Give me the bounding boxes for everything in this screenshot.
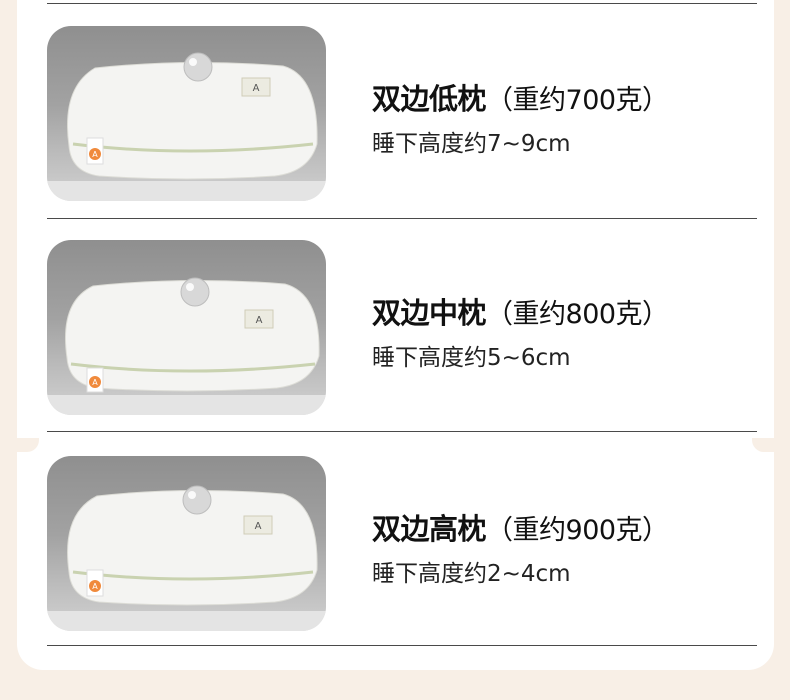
product-title: 双边高枕（重约900克） [372, 506, 669, 548]
pillow-weight: （重约800克） [486, 299, 669, 330]
pillow-photo: A A [47, 26, 326, 201]
orange-a-tag-icon: A [86, 137, 104, 165]
pillow-name: 双边低枕 [372, 82, 487, 116]
svg-text:A: A [256, 315, 263, 326]
sleep-height-label: 睡下高度约7~9cm [372, 131, 571, 157]
svg-text:A: A [92, 378, 98, 387]
orange-a-tag-icon: A [86, 367, 104, 393]
sleep-height-label: 睡下高度约5~6cm [372, 345, 571, 371]
product-title: 双边低枕（重约700克） [372, 76, 669, 118]
card-notch-left [17, 438, 39, 452]
pillow-name: 双边高枕 [372, 512, 487, 546]
pillow-option-medium[interactable]: A A 双边中枕（重约800克） 睡下高度约5~6cm [47, 240, 757, 416]
pillow-option-high[interactable]: A A 双边高枕（重约900克） 睡下高度约2~4cm [47, 456, 757, 632]
pillow-weight: （重约700克） [486, 85, 669, 116]
pillow-illustration: A A [47, 485, 326, 631]
pillow-photo: A A [47, 456, 326, 631]
divider [47, 218, 757, 219]
divider [47, 645, 757, 646]
pillow-option-low[interactable]: A A 双边低枕（重约700克） 睡下高度约7~9cm [47, 26, 757, 202]
pillow-name: 双边中枕 [372, 296, 487, 330]
divider [47, 431, 757, 432]
svg-text:A: A [255, 521, 262, 532]
pillow-photo: A A [47, 240, 326, 415]
pillow-illustration: A A [47, 277, 326, 415]
pillow-illustration: A A [47, 52, 326, 201]
card-notch-right [752, 438, 774, 452]
orange-a-tag-icon: A [86, 569, 104, 597]
product-title: 双边中枕（重约800克） [372, 290, 669, 332]
svg-text:A: A [92, 150, 98, 159]
sleep-height-label: 睡下高度约2~4cm [372, 561, 571, 587]
svg-text:A: A [253, 83, 260, 94]
product-card: A A 双边低枕（重约700克） 睡下高度约7~9cm A A 双边中枕（重约8… [17, 0, 774, 670]
divider [47, 3, 757, 4]
svg-text:A: A [92, 582, 98, 591]
pillow-weight: （重约900克） [486, 515, 669, 546]
